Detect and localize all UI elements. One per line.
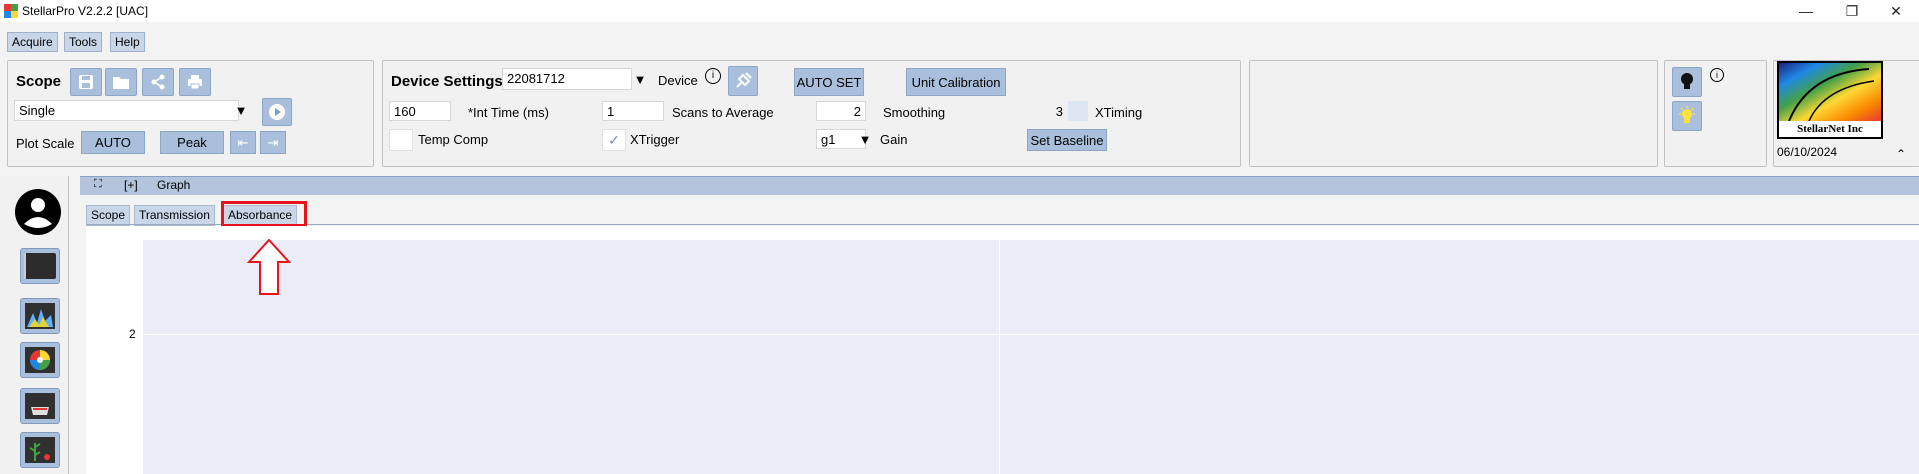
expand-toggle[interactable]: [+] <box>124 178 138 192</box>
lamp-panel: i <box>1664 60 1767 167</box>
menu-help[interactable]: Help <box>110 32 145 52</box>
scope-panel: Scope Single ▼ Plot Scale AUTO Peak ⇤ ⇥ <box>7 60 374 167</box>
logo-panel: StellarNet Inc 06/10/2024 ⌃ <box>1773 60 1919 167</box>
maximize-button[interactable]: ❐ <box>1829 0 1875 22</box>
color-view-button[interactable] <box>20 342 60 378</box>
int-time-input[interactable]: 160 <box>389 101 451 121</box>
current-date: 06/10/2024 <box>1777 145 1838 159</box>
grid-line-h <box>143 334 1919 335</box>
tab-transmission[interactable]: Transmission <box>134 205 215 226</box>
plot-scale-label: Plot Scale <box>16 136 75 151</box>
stellarnet-logo: StellarNet Inc <box>1777 61 1883 139</box>
minimize-button[interactable]: — <box>1783 0 1829 22</box>
xtiming-label: XTiming <box>1095 105 1143 120</box>
auto-set-button[interactable]: AUTO SET <box>794 68 864 96</box>
xtiming-spinner[interactable] <box>1068 101 1088 121</box>
share-button[interactable] <box>142 68 174 96</box>
scans-to-average-label: Scans to Average <box>672 105 774 120</box>
usb-plug-icon <box>736 72 752 88</box>
gain-label: Gain <box>880 132 908 147</box>
device-settings-title: Device Settings <box>391 73 503 90</box>
spectrum-icon <box>25 303 55 329</box>
auto-scale-button[interactable]: AUTO <box>81 131 145 154</box>
save-button[interactable] <box>70 68 102 96</box>
open-button[interactable] <box>105 68 137 96</box>
grid-line-v <box>999 240 1000 474</box>
y-tick-label: 2 <box>129 327 136 341</box>
tab-scope[interactable]: Scope <box>86 205 131 226</box>
info-icon[interactable]: i <box>705 68 721 84</box>
concentration-view-button[interactable] <box>20 388 60 424</box>
device-id-value: 22081712 <box>507 71 565 86</box>
chemistry-view-button[interactable] <box>20 432 60 468</box>
arrow-left-icon: ⇤ <box>237 134 249 150</box>
gain-value: g1 <box>821 132 836 147</box>
chevron-down-icon[interactable]: ▼ <box>232 100 250 120</box>
temp-comp-checkbox[interactable] <box>389 129 413 151</box>
unit-calibration-button[interactable]: Unit Calibration <box>906 68 1006 96</box>
graph-title: Graph <box>157 178 191 192</box>
print-icon <box>188 75 202 90</box>
beaker-icon <box>25 393 55 419</box>
lamp-off-button[interactable] <box>1672 67 1702 97</box>
scope-mode-select[interactable]: Single <box>14 100 239 121</box>
temp-comp-label: Temp Comp <box>418 132 489 147</box>
scope-title: Scope <box>16 73 62 90</box>
close-button[interactable]: ✕ <box>1873 0 1919 22</box>
xtrigger-label: XTrigger <box>630 132 680 147</box>
smoothing-label: Smoothing <box>883 105 946 120</box>
int-time-label: *Int Time (ms) <box>468 105 549 120</box>
chevron-down-icon[interactable]: ▼ <box>856 129 874 149</box>
scope-graph-icon <box>24 253 56 279</box>
play-button[interactable] <box>262 98 292 126</box>
color-wheel-icon <box>25 347 55 373</box>
share-icon <box>151 74 165 90</box>
check-icon: ✓ <box>608 131 620 148</box>
menu-tools[interactable]: Tools <box>64 32 103 52</box>
device-settings-panel: Device Settings 22081712 ▼ Device i AUTO… <box>382 60 1241 167</box>
lightbulb-off-icon <box>1681 73 1693 89</box>
annotation-arrow <box>247 238 291 295</box>
device-label: Device <box>658 73 698 88</box>
scroll-left-button[interactable]: ⇤ <box>230 131 256 154</box>
arrow-right-icon: ⇥ <box>267 134 279 150</box>
scans-to-average-input[interactable]: 1 <box>602 101 664 121</box>
info-icon[interactable]: i <box>1710 68 1724 82</box>
lightbulb-on-icon <box>1679 106 1695 123</box>
status-panel <box>1249 60 1658 167</box>
smoothing-input[interactable]: 2 <box>816 101 866 121</box>
sidebar <box>0 176 69 474</box>
scroll-right-button[interactable]: ⇥ <box>260 131 286 154</box>
print-button[interactable] <box>179 68 211 96</box>
play-icon <box>269 104 285 120</box>
rainbow-logo-icon <box>1779 63 1881 122</box>
chevron-down-icon[interactable]: ▼ <box>631 69 649 89</box>
xtiming-input[interactable]: 3 <box>1028 101 1068 121</box>
title-bar: StellarPro V2.2.2 [UAC] — ❐ ✕ <box>0 0 1919 22</box>
app-icon <box>4 4 18 18</box>
fullscreen-icon[interactable]: ⛶ <box>94 178 102 191</box>
save-icon <box>79 75 93 89</box>
usb-connect-button[interactable] <box>728 66 758 96</box>
scope-mode-value: Single <box>19 103 56 118</box>
collapse-icon[interactable]: ⌃ <box>1896 147 1906 161</box>
tab-divider <box>86 224 1919 225</box>
plant-icon <box>25 437 55 463</box>
window-title: StellarPro V2.2.2 [UAC] <box>22 4 149 18</box>
device-id-select[interactable]: 22081712 <box>502 68 632 90</box>
set-baseline-button[interactable]: Set Baseline <box>1027 129 1107 151</box>
peak-button[interactable]: Peak <box>160 131 224 154</box>
user-avatar-icon[interactable] <box>14 188 62 236</box>
lamp-on-button[interactable] <box>1672 101 1702 131</box>
folder-icon <box>113 77 129 89</box>
highlight-box <box>221 201 307 227</box>
scope-view-button[interactable] <box>20 248 60 284</box>
logo-text: StellarNet Inc <box>1797 123 1863 135</box>
absorbance-plot[interactable] <box>143 240 1919 474</box>
graph-header: ⛶ [+] Graph <box>80 176 1919 195</box>
menu-acquire[interactable]: Acquire <box>7 32 58 52</box>
spectrum-view-button[interactable] <box>20 298 60 334</box>
xtrigger-checkbox[interactable]: ✓ <box>602 129 626 151</box>
